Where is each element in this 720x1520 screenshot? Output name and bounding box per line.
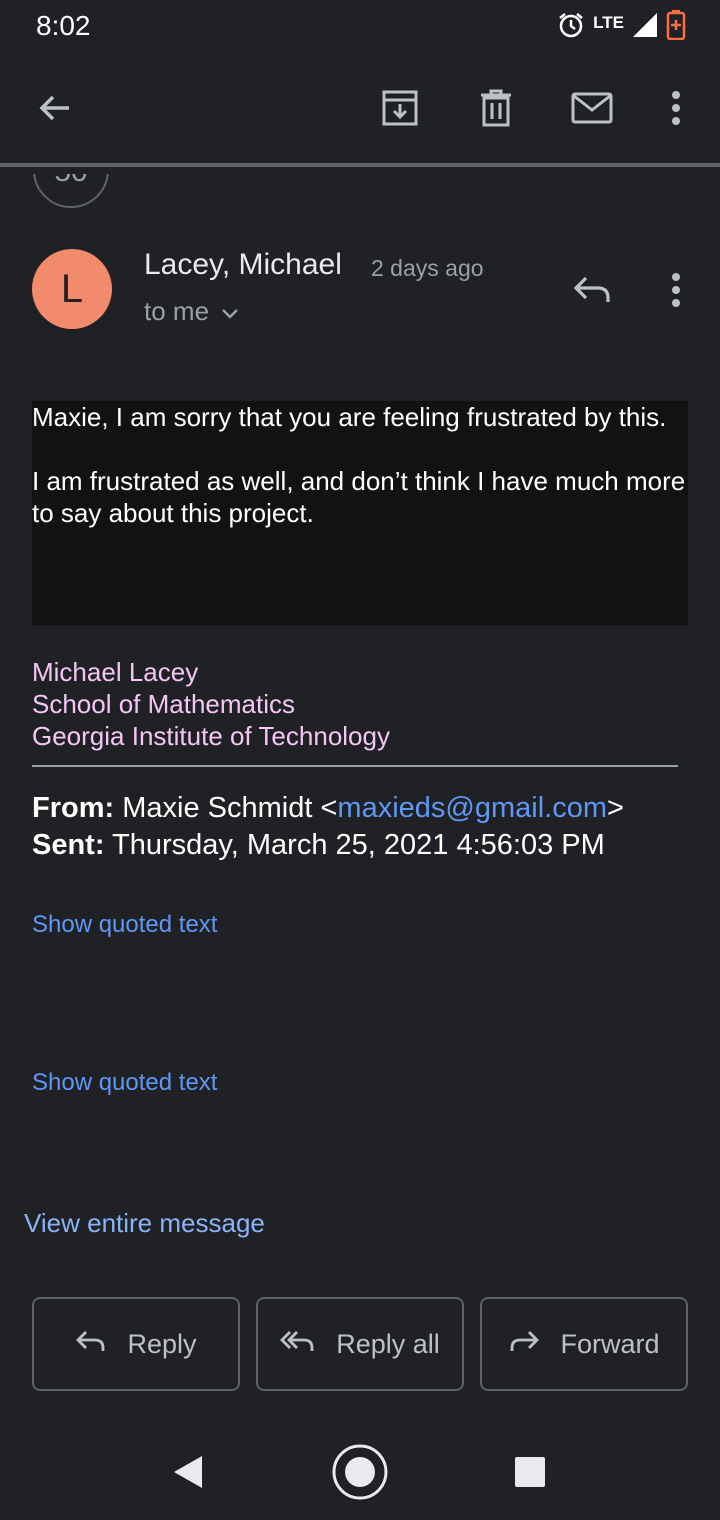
body-paragraph: Maxie, I am sorry that you are feeling f… [32, 402, 667, 432]
status-bar: 8:02 LTE [0, 0, 720, 56]
sent-value: Thursday, March 25, 2021 4:56:03 PM [112, 829, 605, 861]
recipient-details[interactable]: to me [144, 296, 239, 327]
mark-unread-icon[interactable] [568, 84, 616, 132]
from-label: From: [32, 792, 115, 824]
reply-icon[interactable] [568, 266, 616, 314]
nav-home-icon[interactable] [331, 1443, 389, 1506]
alarm-icon [557, 11, 585, 44]
nav-recents-icon[interactable] [514, 1456, 546, 1493]
body-paragraph: I am frustrated as well, and don’t think… [32, 466, 686, 528]
toolbar [0, 56, 720, 162]
navigation-bar [0, 1424, 720, 1520]
sent-label: Sent: [32, 829, 105, 861]
nav-back-icon[interactable] [170, 1454, 206, 1495]
archive-icon[interactable] [376, 84, 424, 132]
reply-all-button[interactable]: Reply all [256, 1297, 464, 1391]
message-body: Maxie, I am sorry that you are feeling f… [32, 401, 688, 625]
sent-time: 2 days ago [371, 255, 484, 281]
signature: Michael Lacey School of Mathematics Geor… [32, 656, 390, 752]
reply-button[interactable]: Reply [32, 1297, 240, 1391]
chevron-down-icon [221, 296, 239, 327]
quoted-header: From: Maxie Schmidt <maxieds@gmail.com> … [32, 790, 624, 864]
divider [32, 765, 678, 767]
network-type: LTE [593, 13, 624, 32]
from-email-link[interactable]: maxieds@gmail.com [337, 792, 607, 824]
toolbar-divider [0, 163, 720, 167]
from-close: > [606, 792, 624, 824]
recipient-label: to me [144, 296, 210, 326]
reply-all-icon [280, 1329, 316, 1360]
signature-department: School of Mathematics [32, 689, 296, 719]
show-quoted-text-link[interactable]: Show quoted text [32, 911, 217, 939]
delete-icon[interactable] [472, 84, 520, 132]
forward-label: Forward [560, 1328, 660, 1359]
battery-icon [666, 9, 686, 45]
message-more-icon[interactable] [660, 266, 692, 314]
view-entire-message-link[interactable]: View entire message [24, 1208, 265, 1239]
signature-organization: Georgia Institute of Technology [32, 721, 390, 751]
show-quoted-text-link[interactable]: Show quoted text [32, 1069, 217, 1097]
more-vert-icon[interactable] [652, 84, 700, 132]
signature-name: Michael Lacey [32, 657, 199, 687]
signal-icon [632, 12, 658, 43]
status-icons: LTE [557, 9, 686, 45]
from-name: Maxie Schmidt < [122, 792, 338, 824]
quoted-from-line: From: Maxie Schmidt <maxieds@gmail.com> [32, 790, 624, 827]
back-arrow-icon[interactable] [31, 84, 79, 132]
reply-label: Reply [127, 1328, 197, 1359]
quoted-sent-line: Sent: Thursday, March 25, 2021 4:56:03 P… [32, 827, 624, 864]
avatar[interactable]: L [32, 249, 112, 329]
forward-button[interactable]: Forward [480, 1297, 688, 1391]
sender-name: Lacey, Michael [144, 248, 342, 281]
reply-all-label: Reply all [336, 1328, 440, 1359]
status-time: 8:02 [36, 10, 91, 41]
reply-icon [75, 1329, 107, 1360]
forward-icon [508, 1329, 540, 1360]
